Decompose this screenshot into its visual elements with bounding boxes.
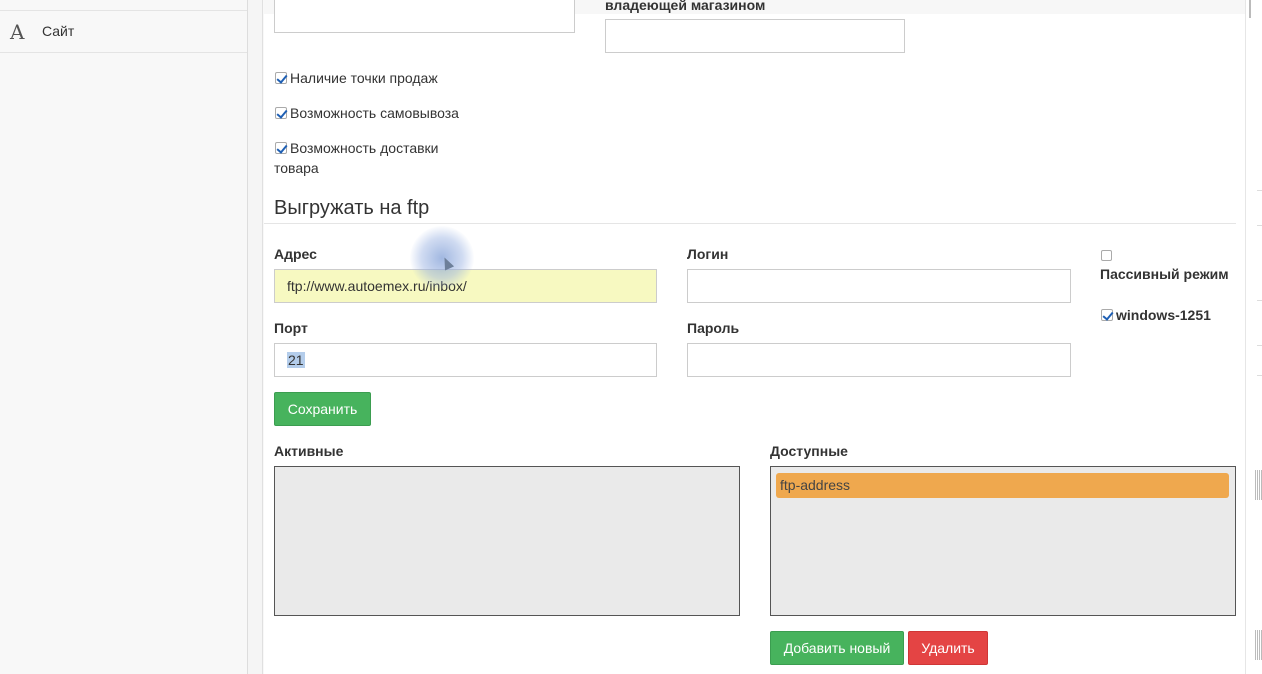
edge-ruler [1255, 470, 1262, 500]
sidebar-item-label: Сайт [42, 23, 75, 39]
passive-mode-checkbox[interactable]: Пассивный режим [1100, 249, 1235, 285]
edge-divider [1257, 300, 1262, 301]
port-input[interactable]: 21 [274, 343, 657, 377]
owner-label: владеющей магазином [605, 0, 766, 13]
port-label: Порт [274, 320, 308, 336]
checkbox-pickup-label: Возможность самовывоза [290, 105, 459, 121]
active-list-label: Активные [274, 443, 344, 459]
port-value: 21 [287, 352, 305, 368]
edge-divider [1257, 190, 1262, 191]
owner-input[interactable] [605, 19, 905, 53]
encoding-label: windows-1251 [1116, 307, 1211, 323]
edge-divider [1257, 225, 1262, 226]
scrollbar-thumb[interactable] [1249, 0, 1251, 18]
password-label: Пароль [687, 320, 740, 336]
checkbox-delivery-label-line2: товара [274, 160, 319, 176]
passive-mode-box[interactable] [1101, 250, 1112, 261]
checkbox-sales-point[interactable]: Наличие точки продаж [274, 68, 474, 88]
sidebar-item-site[interactable]: A Сайт [0, 11, 247, 52]
checkbox-delivery-box[interactable] [275, 142, 287, 154]
save-button[interactable]: Сохранить [274, 392, 371, 426]
gutter [248, 0, 263, 674]
encoding-checkbox[interactable]: windows-1251 [1100, 305, 1235, 325]
edge-divider [1257, 375, 1262, 376]
add-new-button[interactable]: Добавить новый [770, 631, 904, 665]
available-list[interactable]: ftp-address [770, 466, 1236, 616]
login-label: Логин [687, 246, 729, 262]
list-item[interactable]: ftp-address [776, 473, 1229, 498]
sidebar-divider [0, 52, 247, 53]
edge-divider [1257, 345, 1262, 346]
top-left-input[interactable] [274, 0, 575, 33]
checkbox-pickup-box[interactable] [275, 107, 287, 119]
passive-mode-label: Пассивный режим [1100, 266, 1229, 282]
available-list-label: Доступные [770, 443, 848, 459]
checkbox-sales-point-box[interactable] [275, 72, 287, 84]
font-icon: A [10, 20, 25, 44]
right-edge-panel [1245, 0, 1262, 674]
edge-ruler [1255, 630, 1262, 660]
checkbox-sales-point-label: Наличие точки продаж [290, 70, 438, 86]
sidebar: A Сайт [0, 0, 248, 674]
login-input[interactable] [687, 269, 1071, 303]
ftp-section-title: Выгружать на ftp [274, 197, 430, 219]
checkbox-pickup[interactable]: Возможность самовывоза [274, 103, 474, 123]
address-label: Адрес [274, 246, 317, 262]
encoding-box[interactable] [1101, 309, 1113, 321]
delete-button[interactable]: Удалить [908, 631, 988, 665]
password-input[interactable] [687, 343, 1071, 377]
active-list[interactable] [274, 466, 740, 616]
checkbox-delivery-label-line1: Возможность доставки [290, 140, 439, 156]
checkbox-delivery[interactable]: Возможность доставки товара [274, 138, 474, 180]
section-divider [264, 223, 1236, 224]
